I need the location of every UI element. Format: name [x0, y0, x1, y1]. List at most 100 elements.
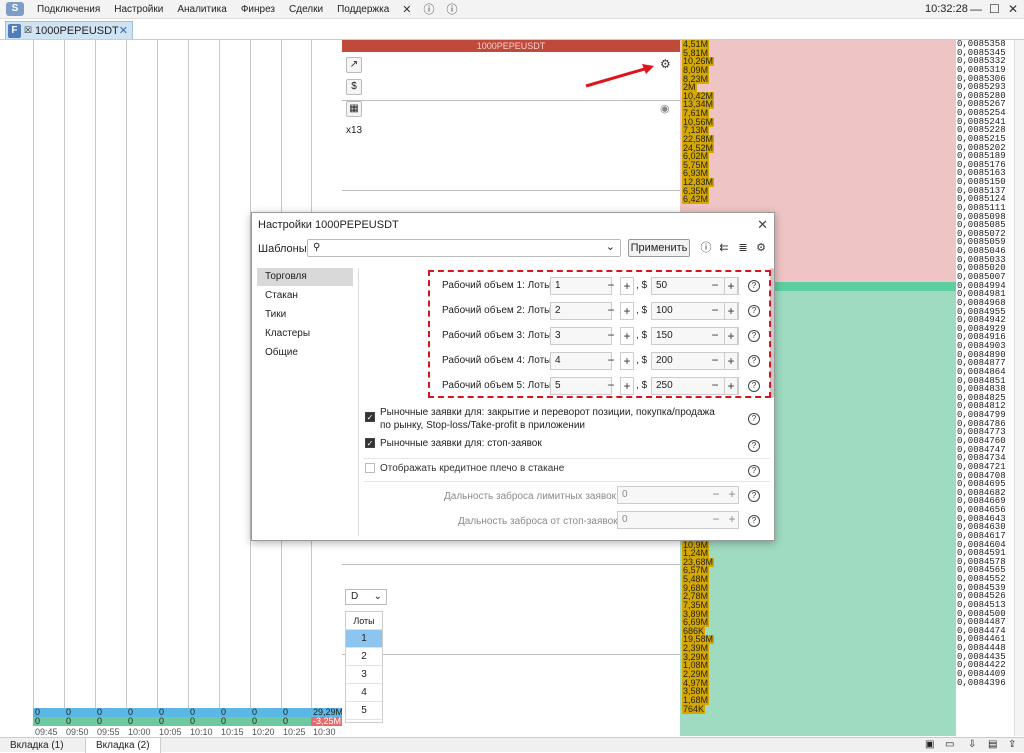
- tab-close-icon[interactable]: ✕: [119, 24, 128, 37]
- database-icon[interactable]: ≣: [736, 241, 750, 255]
- tab-label: 1000PEPEUSDT: [35, 24, 119, 37]
- volume-value: 6,42M: [682, 194, 710, 205]
- help-icon[interactable]: ⓘ: [699, 241, 713, 255]
- nav-clusters[interactable]: Кластеры: [257, 325, 353, 343]
- lot-row[interactable]: 5: [346, 702, 382, 720]
- help-icon[interactable]: ⓘ: [424, 1, 435, 17]
- time-column-line: [126, 40, 127, 720]
- minus-icon[interactable]: −: [709, 511, 723, 529]
- settings-dialog: Настройки 1000PEPEUSDT ✕ Шаблоны: ⚲ ⌄ Пр…: [251, 212, 775, 541]
- monitor-icon[interactable]: ▭: [945, 739, 954, 750]
- menu-settings[interactable]: Настройки: [114, 4, 163, 15]
- ask-volume-row[interactable]: 6,42M: [680, 194, 956, 205]
- ask-volume-row[interactable]: 8,09M: [680, 65, 956, 75]
- dialog-close-icon[interactable]: ✕: [757, 217, 768, 233]
- gear-icon[interactable]: ⚙: [754, 241, 768, 255]
- workspace-tab-1[interactable]: Вкладка (1): [0, 738, 74, 753]
- price-row[interactable]: 0,0084396: [956, 678, 1014, 688]
- bid-volume-row[interactable]: 1,24M: [680, 549, 956, 559]
- menu-analytics[interactable]: Аналитика: [177, 4, 227, 15]
- delta-cell: -3,25M: [311, 716, 344, 726]
- dialog-title: Настройки 1000PEPEUSDT: [258, 219, 399, 231]
- bid-volume-row[interactable]: 7,35M: [680, 600, 956, 610]
- stop-orders-checkbox[interactable]: ✓: [365, 438, 375, 448]
- layout-icon[interactable]: ▤: [988, 739, 997, 750]
- help-icon[interactable]: ?: [748, 413, 760, 425]
- ask-volume-row[interactable]: 10,42M: [680, 91, 956, 101]
- window-close-icon[interactable]: ✕: [1008, 2, 1018, 16]
- menubar: S Подключения Настройки Аналитика Финрез…: [0, 0, 1024, 19]
- nav-trading[interactable]: Торговля: [257, 268, 353, 286]
- ask-volume-row[interactable]: 24,52M: [680, 143, 956, 153]
- export-icon[interactable]: ⇪: [1008, 739, 1016, 750]
- delta-cell: 0: [66, 716, 72, 726]
- plus-icon[interactable]: +: [725, 486, 739, 504]
- info-icon[interactable]: ⓘ: [447, 1, 458, 17]
- menu-deals[interactable]: Сделки: [289, 4, 323, 15]
- grid-line: [342, 564, 682, 565]
- volume-value: 764K: [682, 703, 706, 714]
- templates-select[interactable]: ⚲ ⌄: [307, 239, 621, 257]
- delta-cell: 0: [97, 716, 103, 726]
- clock: 10:32:28: [925, 3, 968, 15]
- time-column-line: [64, 40, 65, 720]
- calculator-icon[interactable]: ▦: [346, 101, 362, 117]
- tab-1000pepeusdt[interactable]: F ☒ 1000PEPEUSDT ✕: [5, 21, 133, 39]
- menu-connections[interactable]: Подключения: [37, 4, 100, 15]
- time-label: 10:20: [252, 727, 275, 737]
- leverage-checkbox[interactable]: [365, 463, 375, 473]
- help-icon[interactable]: ?: [748, 490, 760, 502]
- eye-icon[interactable]: ◉: [660, 102, 670, 115]
- lot-row[interactable]: 1: [346, 630, 382, 648]
- statusbar: Вкладка (1) Вкладка (2) ▣ ▭ ⇩ ▤ ⇪: [0, 737, 1024, 753]
- help-icon[interactable]: ?: [748, 465, 760, 477]
- templates-label: Шаблоны:: [258, 243, 310, 255]
- bid-volume-row[interactable]: 4,97M: [680, 678, 956, 688]
- ask-volume-row[interactable]: 6,93M: [680, 169, 956, 179]
- lot-row[interactable]: 2: [346, 648, 382, 666]
- menu-finres[interactable]: Финрез: [241, 4, 275, 15]
- screenshot-icon[interactable]: ▣: [925, 739, 934, 750]
- import-icon[interactable]: ⇇: [717, 241, 731, 255]
- lots-header: Лоты: [346, 612, 382, 630]
- right-scrollbar[interactable]: [1014, 40, 1024, 736]
- divider: [364, 481, 770, 482]
- delta-row-delta: 0 0 0 0 0 0 0 0 0 -3,25M: [33, 716, 344, 726]
- delta-cell: 0: [221, 716, 227, 726]
- minimize-icon[interactable]: —: [970, 2, 982, 16]
- market-orders-checkbox[interactable]: ✓: [365, 412, 375, 422]
- chart-tools-icon[interactable]: ↗: [346, 57, 362, 73]
- mode-select[interactable]: D ⌄: [345, 589, 387, 605]
- nav-ticks[interactable]: Тики: [257, 306, 353, 324]
- tick-icon[interactable]: ⇩: [968, 739, 976, 750]
- delta-cell: 0: [283, 716, 289, 726]
- apply-button[interactable]: Применить: [628, 239, 690, 257]
- bid-volume-row[interactable]: 5,48M: [680, 575, 956, 585]
- grid-line: [342, 190, 682, 191]
- nav-orderbook[interactable]: Стакан: [257, 287, 353, 305]
- bid-volume-row[interactable]: 764K: [680, 703, 956, 714]
- time-label: 10:30: [313, 727, 336, 737]
- time-column-line: [188, 40, 189, 720]
- delta-cell: 0: [35, 716, 41, 726]
- plus-icon[interactable]: +: [725, 511, 739, 529]
- futures-icon: F: [8, 23, 21, 38]
- dollar-icon[interactable]: $: [346, 79, 362, 95]
- maximize-icon[interactable]: ☐: [989, 2, 1000, 16]
- bid-volume-row[interactable]: 686K: [680, 626, 956, 636]
- unpin-icon[interactable]: ✕: [402, 3, 411, 16]
- workspace-tab-2[interactable]: Вкладка (2): [85, 738, 161, 753]
- chevron-down-icon: ⌄: [373, 591, 382, 602]
- lot-row[interactable]: 4: [346, 684, 382, 702]
- ask-volume-row[interactable]: 10,56M: [680, 117, 956, 127]
- lot-row[interactable]: 3: [346, 666, 382, 684]
- nav-general[interactable]: Общие: [257, 344, 353, 362]
- help-icon[interactable]: ?: [748, 515, 760, 527]
- nav-divider: [358, 268, 359, 536]
- settings-nav: Торговля Стакан Тики Кластеры Общие: [257, 268, 353, 536]
- menu-support[interactable]: Поддержка: [337, 4, 389, 15]
- help-icon[interactable]: ?: [748, 440, 760, 452]
- delta-row-volume: 0 0 0 0 0 0 0 0 0 29,29M: [33, 708, 343, 717]
- minus-icon[interactable]: −: [709, 486, 723, 504]
- bid-volume-row[interactable]: 3,29M: [680, 652, 956, 662]
